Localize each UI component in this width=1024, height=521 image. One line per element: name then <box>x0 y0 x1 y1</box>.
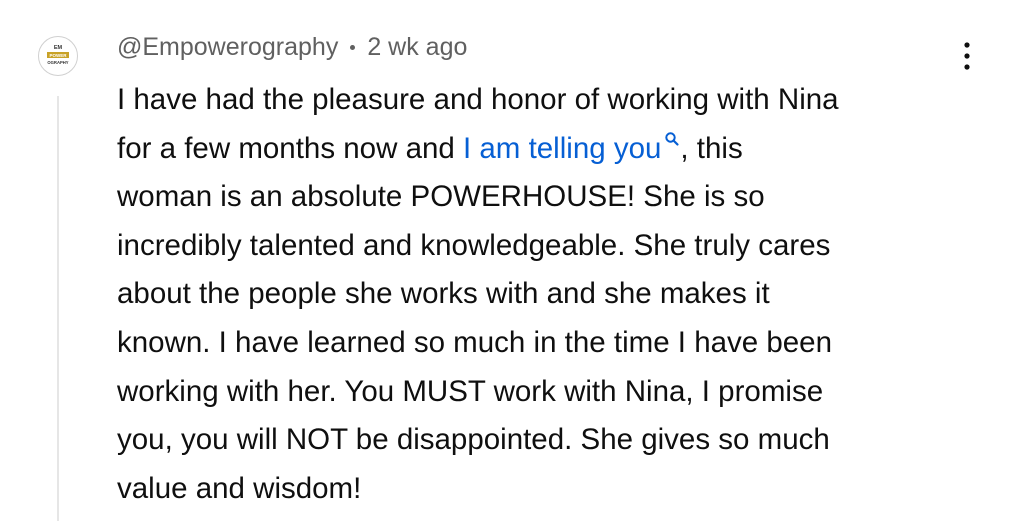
comment-line: you, you will NOT be disappointed. She g… <box>117 423 830 457</box>
search-icon[interactable] <box>664 131 680 147</box>
search-link-label[interactable]: I am telling you <box>463 132 661 165</box>
avatar-text-3: OGRAPHY <box>47 60 68 65</box>
comment-line: value and wisdom! <box>117 471 362 505</box>
comment-text-segment: , this <box>680 131 743 165</box>
comment-line: known. I have learned so much in the tim… <box>117 325 832 359</box>
thread-line <box>57 96 59 521</box>
comment-line: working with her. You MUST work with Nin… <box>117 374 824 408</box>
author-name[interactable]: @Empowerography <box>117 33 338 62</box>
timestamp[interactable]: 2 wk ago <box>367 33 467 62</box>
avatar-text-2: POWER <box>49 53 67 58</box>
avatar-text-1: EM <box>54 45 63 51</box>
search-link[interactable]: I am telling you <box>463 132 680 165</box>
comment-line: woman is an absolute POWERHOUSE! She is … <box>117 180 765 214</box>
more-options-button[interactable] <box>952 38 982 74</box>
comment-line: about the people she works with and she … <box>117 277 770 311</box>
separator-dot <box>350 44 356 50</box>
comment-text-segment: for a few months now and <box>117 131 463 165</box>
comment-line: incredibly talented and knowledgeable. S… <box>117 228 831 262</box>
comment-header: @Empowerography 2 wk ago <box>117 31 467 63</box>
avatar[interactable]: EM POWER OGRAPHY <box>38 36 78 76</box>
vertical-ellipsis-icon <box>964 42 970 70</box>
avatar-logo: EM POWER OGRAPHY <box>40 38 76 74</box>
comment-text: I have had the pleasure and honor of wor… <box>117 76 977 513</box>
comment-line: I have had the pleasure and honor of wor… <box>117 83 839 116</box>
comment-line-with-link: for a few months now and I am telling yo… <box>117 125 977 174</box>
